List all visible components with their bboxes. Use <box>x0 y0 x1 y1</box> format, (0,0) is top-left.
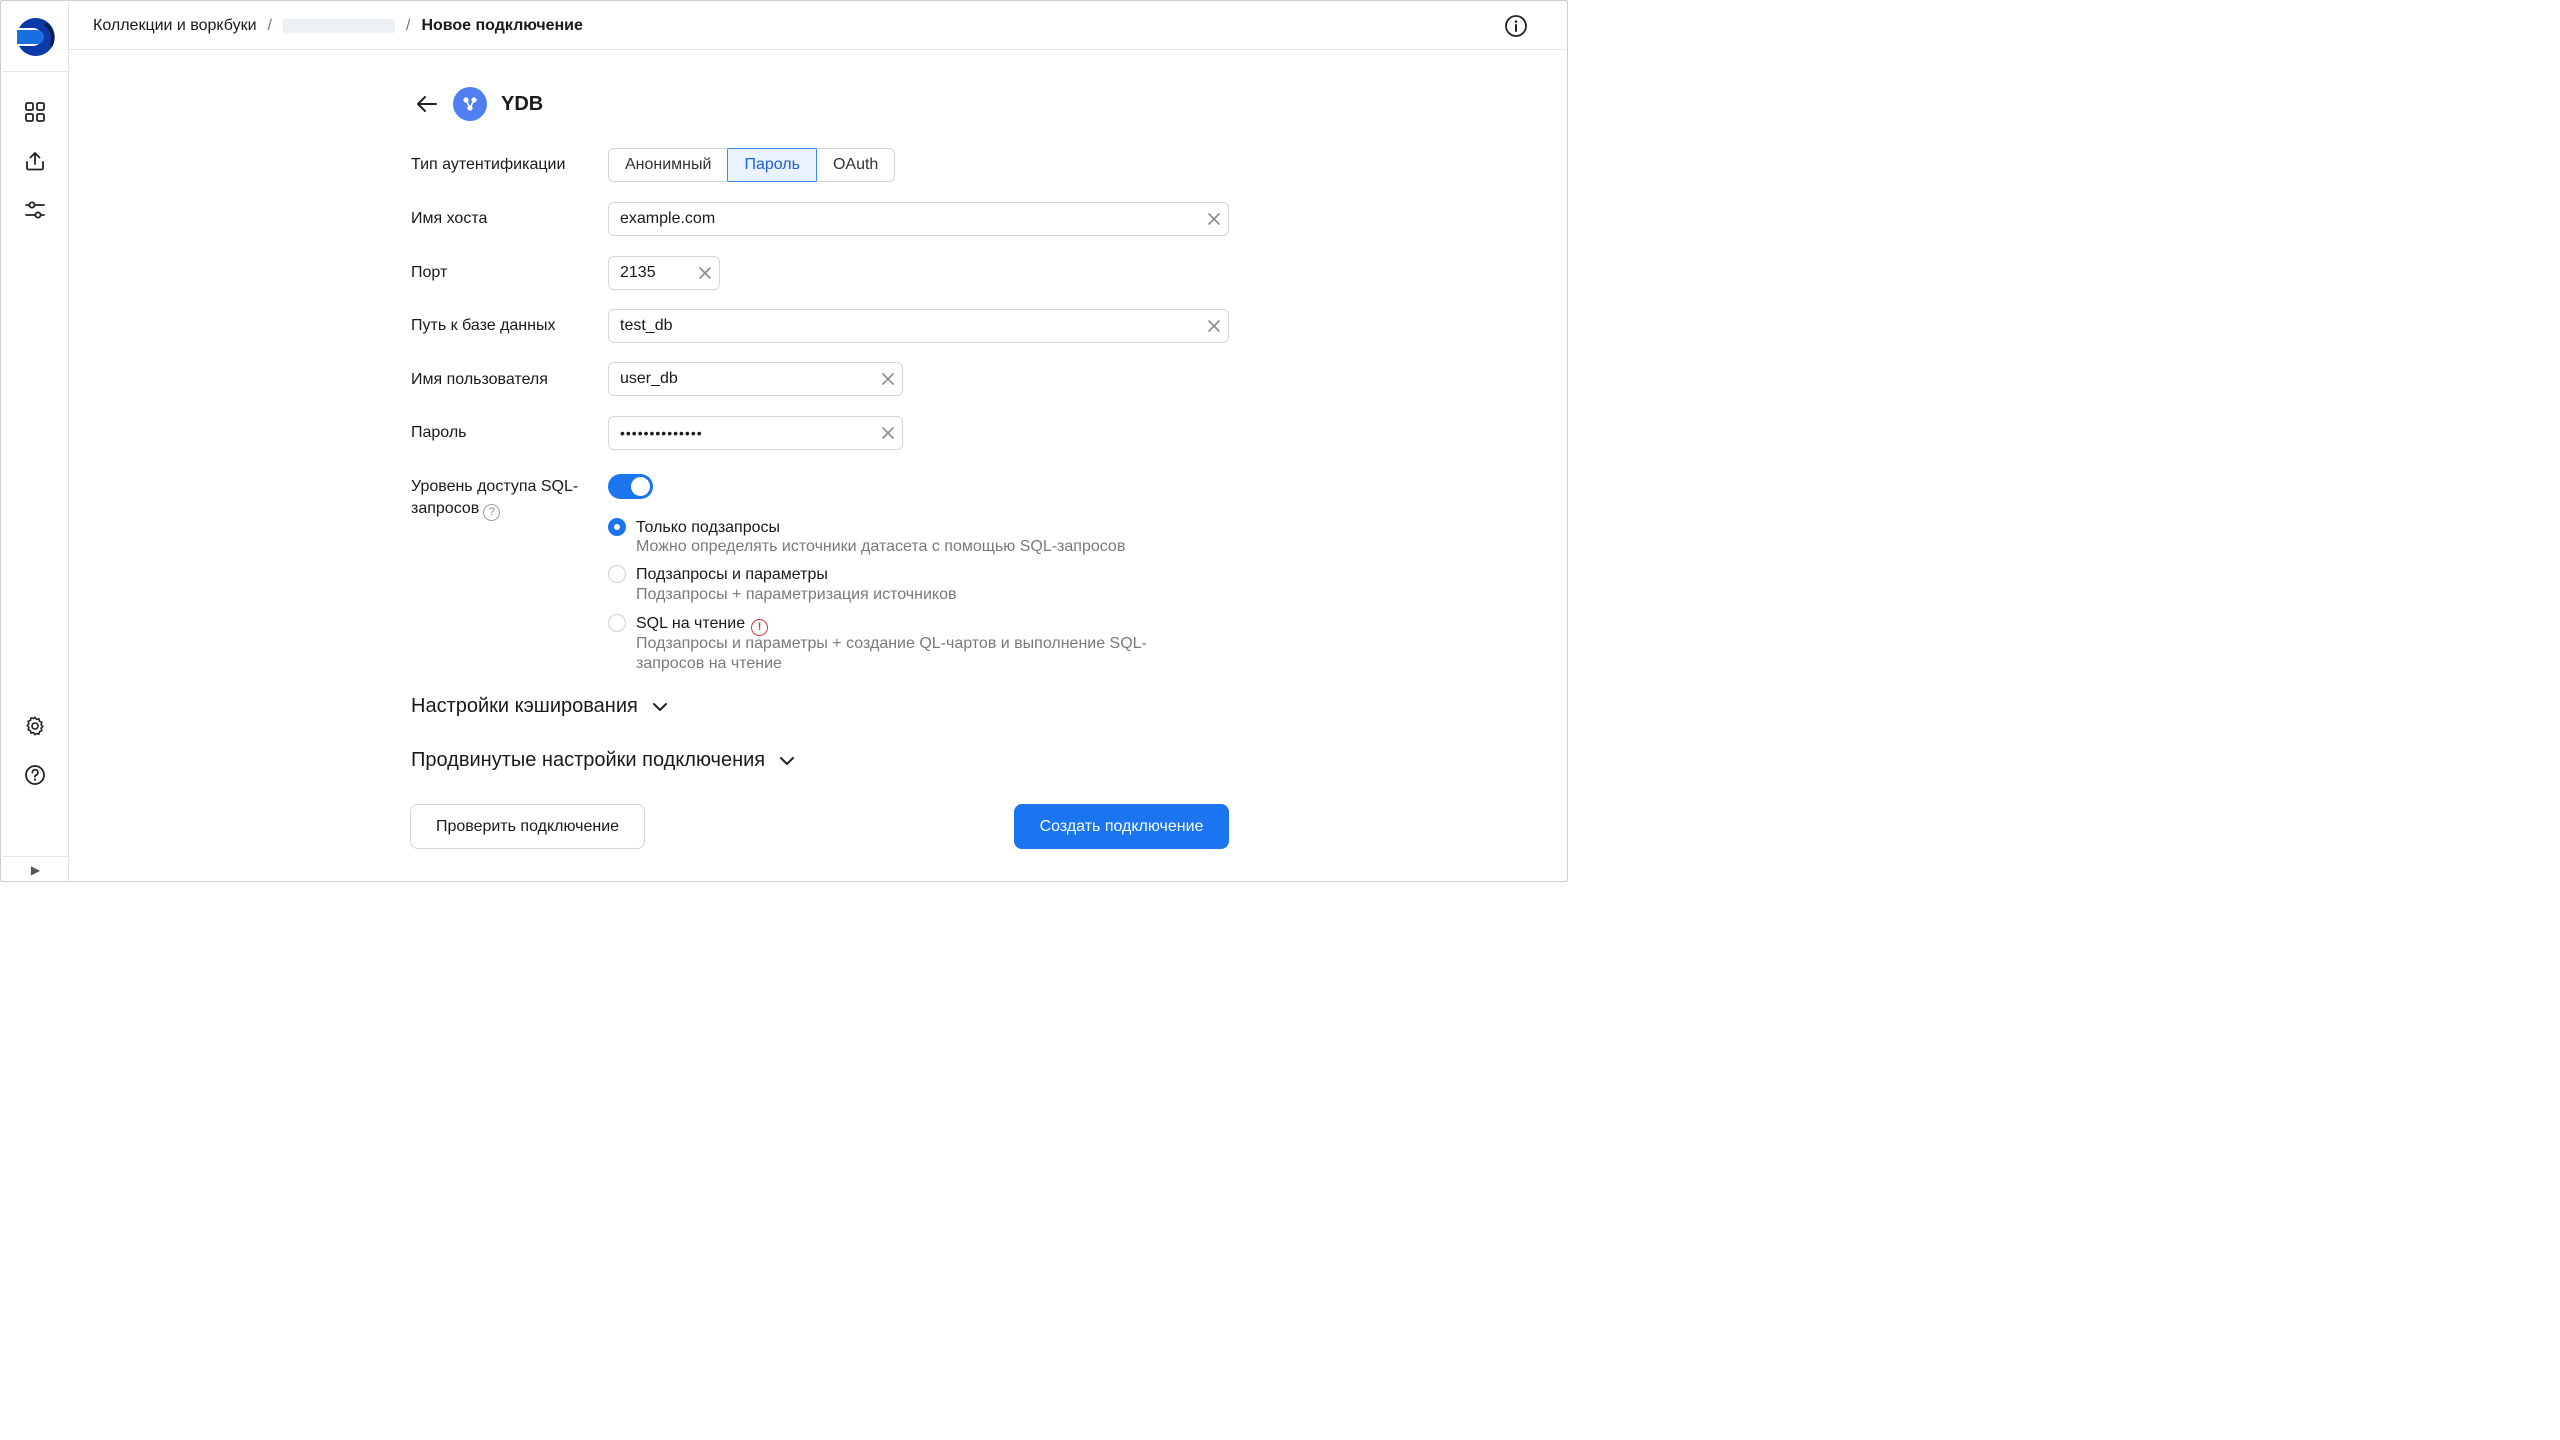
close-icon <box>1208 213 1220 225</box>
sidebar-item-upload[interactable] <box>22 148 48 174</box>
help-icon <box>25 765 45 785</box>
username-input[interactable]: user_db <box>608 362 903 396</box>
toggle-knob <box>631 477 650 496</box>
auth-type-selector: Анонимный Пароль OAuth <box>608 148 896 182</box>
radio-subqueries-only[interactable] <box>608 518 626 536</box>
app-window: ▶ Коллекции и воркбуки / / Новое подключ… <box>0 0 1568 882</box>
warning-icon[interactable]: ! <box>751 618 769 636</box>
host-label: Имя хоста <box>411 210 488 227</box>
auth-option-oauth[interactable]: OAuth <box>817 149 894 181</box>
host-input[interactable]: example.com <box>608 202 1229 236</box>
connection-title-row: YDB <box>415 87 543 121</box>
password-value: •••••••••••••• <box>620 425 703 441</box>
header: Коллекции и воркбуки / / Новое подключен… <box>69 2 1566 50</box>
username-label: Имя пользователя <box>411 371 548 388</box>
breadcrumb-workbook-placeholder[interactable] <box>282 18 395 33</box>
radio-subqueries-params[interactable] <box>608 565 626 583</box>
db-path-value: test_db <box>620 317 673 334</box>
port-value: 2135 <box>620 264 656 281</box>
option-sql-read-desc: Подзапросы и параметры + создание QL-чар… <box>636 634 1196 674</box>
host-value: example.com <box>620 210 716 227</box>
advanced-settings-toggle[interactable]: Продвинутые настройки подключения <box>411 749 797 772</box>
username-value: user_db <box>620 370 678 387</box>
option-sql-read-desc-line2: запросов на чтение <box>636 655 782 672</box>
close-icon <box>699 267 711 279</box>
option-sql-read-desc-line1: Подзапросы и параметры + создание QL-чар… <box>636 635 1147 652</box>
option-subqueries-only-desc: Можно определять источники датасета с по… <box>636 538 1126 555</box>
sidebar-item-settings[interactable] <box>22 713 48 739</box>
db-path-label: Путь к базе данных <box>411 317 556 334</box>
sql-access-label-line1: Уровень доступа SQL- <box>411 478 579 495</box>
datalens-logo-icon <box>15 16 56 57</box>
sidebar-collapse-button[interactable]: ▶ <box>2 856 69 881</box>
help-question-icon[interactable]: ? <box>483 503 501 521</box>
option-subqueries-params-title[interactable]: Подзапросы и параметры <box>636 565 828 585</box>
advanced-settings-title: Продвинутые настройки подключения <box>411 749 766 771</box>
breadcrumb-separator: / <box>405 16 411 34</box>
sidebar: ▶ <box>2 2 69 881</box>
sidebar-item-collections[interactable] <box>22 99 48 125</box>
info-icon <box>1505 15 1527 37</box>
close-icon <box>882 373 894 385</box>
sql-access-toggle[interactable] <box>608 474 653 499</box>
breadcrumb-separator: / <box>267 16 272 34</box>
back-button[interactable] <box>415 91 441 117</box>
arrow-left-icon <box>417 96 437 112</box>
ydb-logo <box>453 87 487 121</box>
chevron-down-icon <box>652 702 667 711</box>
option-sql-read-title-text: SQL на чтение <box>636 615 746 632</box>
grid-icon <box>25 102 45 122</box>
create-connection-button[interactable]: Создать подключение <box>1014 804 1229 849</box>
close-icon <box>1208 320 1220 332</box>
connection-type-title: YDB <box>501 92 544 115</box>
breadcrumb-root[interactable]: Коллекции и воркбуки <box>93 17 257 35</box>
caching-settings-toggle[interactable]: Настройки кэширования <box>411 695 670 718</box>
clear-password-button[interactable] <box>874 417 902 449</box>
password-label: Пароль <box>411 424 467 441</box>
db-path-input[interactable]: test_db <box>608 309 1229 343</box>
info-button[interactable] <box>1504 14 1528 38</box>
sql-access-label-line2: запросов <box>411 500 480 517</box>
option-subqueries-params-desc: Подзапросы + параметризация источников <box>636 586 957 603</box>
sidebar-item-help[interactable] <box>22 762 48 788</box>
collapse-arrow-icon: ▶ <box>30 862 41 877</box>
clear-port-button[interactable] <box>691 257 719 289</box>
auth-option-password[interactable]: Пароль <box>727 148 817 182</box>
sql-access-label: Уровень доступа SQL- запросов? <box>411 476 578 521</box>
ydb-icon <box>463 97 477 111</box>
sidebar-item-settings-sliders[interactable] <box>22 197 48 223</box>
chevron-down-icon <box>780 756 795 765</box>
check-connection-button[interactable]: Проверить подключение <box>410 804 645 849</box>
option-subqueries-only-title[interactable]: Только подзапросы <box>636 518 780 538</box>
clear-db-path-button[interactable] <box>1200 310 1228 342</box>
close-icon <box>882 427 894 439</box>
upload-icon <box>26 152 44 171</box>
page-title: Новое подключение <box>421 16 583 34</box>
clear-username-button[interactable] <box>874 363 902 395</box>
app-logo[interactable] <box>2 2 69 72</box>
auth-option-anonymous[interactable]: Анонимный <box>609 149 727 181</box>
port-input[interactable]: 2135 <box>608 256 720 290</box>
auth-type-label: Тип аутентификации <box>411 156 566 173</box>
sliders-icon <box>25 201 45 219</box>
password-input[interactable]: •••••••••••••• <box>608 416 903 450</box>
option-sql-read-title[interactable]: SQL на чтение! <box>636 614 769 636</box>
port-label: Порт <box>411 264 448 281</box>
caching-settings-title: Настройки кэширования <box>411 695 638 717</box>
radio-sql-read[interactable] <box>608 614 626 632</box>
settings-icon <box>26 716 44 736</box>
clear-host-button[interactable] <box>1200 203 1228 235</box>
